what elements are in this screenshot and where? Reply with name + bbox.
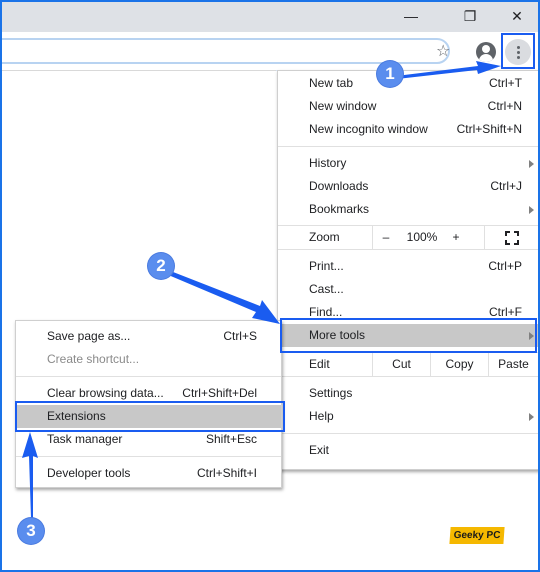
kebab-dot-icon	[516, 55, 520, 59]
menu-item-task-manager[interactable]: Task manager Shift+Esc	[16, 428, 281, 451]
submenu-arrow-icon	[529, 332, 534, 340]
menu-item-help[interactable]: Help	[278, 405, 538, 428]
close-icon: ✕	[511, 7, 523, 24]
menu-item-more-tools[interactable]: More tools	[278, 324, 538, 347]
menu-item-bookmarks[interactable]: Bookmarks	[278, 198, 538, 221]
step-3-badge: 3	[18, 518, 44, 544]
kebab-dot-icon	[516, 50, 520, 54]
zoom-level: 100%	[406, 230, 438, 244]
address-bar[interactable]	[0, 38, 450, 64]
page-content-divider	[0, 70, 276, 71]
menu-item-developer-tools[interactable]: Developer tools Ctrl+Shift+I	[16, 462, 281, 485]
zoom-out-button[interactable]: –	[374, 226, 398, 249]
browser-toolbar: ☆	[0, 32, 540, 71]
edit-row: Edit Cut Copy Paste	[278, 352, 538, 377]
minimize-button[interactable]: —	[388, 0, 434, 32]
copy-button[interactable]: Copy	[431, 353, 488, 376]
menu-item-settings[interactable]: Settings	[278, 382, 538, 405]
menu-item-new-incognito-window[interactable]: New incognito window Ctrl+Shift+N	[278, 118, 538, 141]
restore-icon: ❐	[463, 7, 477, 24]
chrome-main-menu: New tab Ctrl+T New window Ctrl+N New incog…	[277, 70, 539, 470]
menu-item-new-window[interactable]: New window Ctrl+N	[278, 95, 538, 118]
chrome-menu-button[interactable]	[505, 39, 531, 65]
zoom-label: Zoom	[309, 230, 340, 244]
step-1-badge: 1	[377, 61, 403, 87]
menu-item-downloads[interactable]: Downloads Ctrl+J	[278, 175, 538, 198]
fullscreen-icon	[504, 231, 519, 245]
step-2-badge: 2	[148, 253, 174, 279]
zoom-divider	[372, 226, 373, 249]
close-button[interactable]: ✕	[494, 0, 540, 32]
cut-button[interactable]: Cut	[373, 353, 430, 376]
submenu-arrow-icon	[529, 160, 534, 168]
menu-separator	[278, 146, 538, 147]
menu-item-new-tab[interactable]: New tab Ctrl+T	[278, 72, 538, 95]
menu-item-print[interactable]: Print... Ctrl+P	[278, 255, 538, 278]
restore-button[interactable]: ❐	[447, 0, 493, 32]
kebab-dot-icon	[516, 45, 520, 49]
menu-item-create-shortcut: Create shortcut...	[47, 352, 140, 366]
more-tools-submenu: Save page as... Ctrl+S Create shortcut...…	[15, 320, 282, 488]
zoom-row: Zoom – 100% +	[278, 225, 538, 250]
paste-button[interactable]: Paste	[489, 353, 538, 376]
menu-item-exit[interactable]: Exit	[278, 439, 538, 462]
menu-item-clear-browsing-data[interactable]: Clear browsing data... Ctrl+Shift+Del	[16, 382, 281, 405]
minimize-icon: —	[404, 8, 418, 24]
submenu-arrow-icon	[529, 413, 534, 421]
menu-separator	[16, 456, 281, 457]
menu-item-history[interactable]: History	[278, 152, 538, 175]
bookmark-star-icon[interactable]: ☆	[436, 41, 450, 61]
menu-separator	[16, 376, 281, 377]
menu-separator	[278, 433, 538, 434]
menu-item-save-page-as[interactable]: Save page as... Ctrl+S	[16, 325, 281, 348]
fullscreen-button[interactable]	[485, 226, 538, 249]
zoom-in-button[interactable]: +	[444, 226, 468, 249]
submenu-arrow-icon	[529, 206, 534, 214]
menu-item-cast[interactable]: Cast...	[278, 278, 538, 301]
edit-label: Edit	[309, 357, 330, 371]
menu-item-find[interactable]: Find... Ctrl+F	[278, 301, 538, 324]
menu-item-extensions[interactable]: Extensions	[16, 405, 281, 428]
arrow-step2	[166, 270, 280, 324]
watermark-logo: Geeky PC	[449, 527, 505, 544]
profile-avatar-icon[interactable]	[476, 42, 496, 62]
title-bar: — ❐ ✕	[0, 0, 540, 32]
